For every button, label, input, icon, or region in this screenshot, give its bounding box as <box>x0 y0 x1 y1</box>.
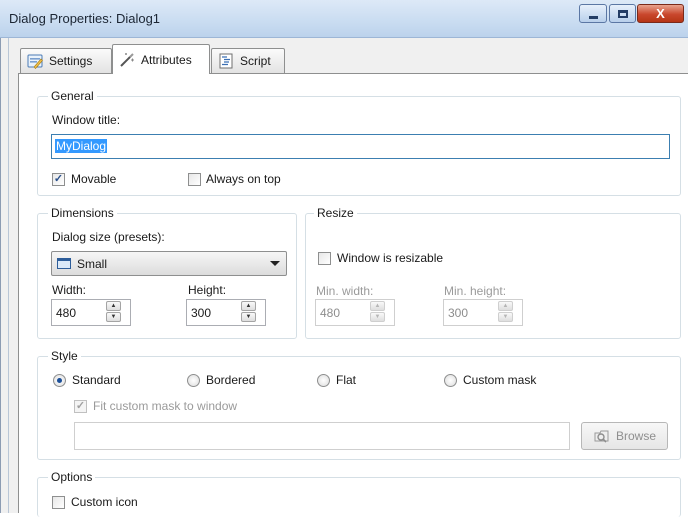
fit-mask-label: Fit custom mask to window <box>93 399 238 413</box>
checkmark-icon: ✓ <box>53 173 64 185</box>
radio-standard-label: Standard <box>72 373 121 387</box>
browse-label: Browse <box>615 429 656 443</box>
window-resizable-label: Window is resizable <box>337 251 444 265</box>
window-title-label: Window title: <box>52 113 121 127</box>
window-title: Dialog Properties: Dialog1 <box>9 11 161 26</box>
radio-custom-mask[interactable] <box>444 374 457 387</box>
min-width-spin-buttons: ▲ ▼ <box>370 301 385 322</box>
maximize-icon <box>617 9 628 18</box>
radio-custom-mask-label: Custom mask <box>463 373 537 387</box>
min-height-spin-buttons: ▲ ▼ <box>498 301 513 322</box>
wand-icon <box>120 52 134 67</box>
chevron-down-icon <box>270 261 280 266</box>
radio-bordered[interactable] <box>187 374 200 387</box>
close-button[interactable]: X <box>637 4 684 23</box>
script-icon <box>219 53 233 69</box>
arrow-up-icon: ▲ <box>245 303 252 309</box>
min-width-increment-button[interactable]: ▲ <box>370 301 385 311</box>
height-value: 300 <box>191 305 212 320</box>
window-edge <box>8 38 9 513</box>
movable-checkbox[interactable]: ✓ <box>52 173 65 186</box>
window-title-field[interactable]: MyDialog <box>51 134 670 159</box>
general-group-title: General <box>48 89 97 103</box>
height-label: Height: <box>188 283 227 297</box>
arrow-up-icon: ▲ <box>502 303 509 309</box>
radio-standard[interactable] <box>53 374 66 387</box>
maximize-button[interactable] <box>609 4 636 23</box>
dialog-size-dropdown[interactable]: Small <box>51 251 287 276</box>
minimize-icon <box>588 15 598 19</box>
mask-path-field[interactable] <box>74 422 570 450</box>
min-width-label: Min. width: <box>316 284 374 298</box>
width-spin-buttons: ▲ ▼ <box>106 301 121 322</box>
window-title-value: MyDialog <box>55 139 108 153</box>
dimensions-group-title: Dimensions <box>48 206 117 220</box>
resize-group-title: Resize <box>314 206 357 220</box>
arrow-down-icon: ▼ <box>110 314 117 320</box>
window-resizable-checkbox[interactable] <box>318 252 331 265</box>
dialog-size-value: Small <box>77 256 108 271</box>
browse-icon <box>594 430 609 443</box>
radio-flat-label: Flat <box>336 373 357 387</box>
always-on-top-checkbox[interactable] <box>188 173 201 186</box>
min-height-value: 300 <box>448 305 469 320</box>
height-spin-buttons: ▲ ▼ <box>241 301 256 322</box>
title-bar: Dialog Properties: Dialog1 X <box>0 0 688 38</box>
min-height-label: Min. height: <box>444 284 507 298</box>
min-width-decrement-button[interactable]: ▼ <box>370 312 385 322</box>
always-on-top-label: Always on top <box>206 172 281 186</box>
arrow-down-icon: ▼ <box>374 314 381 320</box>
min-width-value: 480 <box>320 305 341 320</box>
checkmark-icon: ✓ <box>75 400 86 412</box>
min-height-decrement-button[interactable]: ▼ <box>498 312 513 322</box>
style-group-title: Style <box>48 349 81 363</box>
arrow-up-icon: ▲ <box>110 303 117 309</box>
height-decrement-button[interactable]: ▼ <box>241 312 256 322</box>
fit-mask-checkbox[interactable]: ✓ <box>74 400 87 413</box>
tab-attributes-label: Attributes <box>141 52 192 67</box>
custom-icon-checkbox[interactable] <box>52 496 65 509</box>
min-height-increment-button[interactable]: ▲ <box>498 301 513 311</box>
radio-flat[interactable] <box>317 374 330 387</box>
custom-icon-label: Custom icon <box>71 495 138 509</box>
movable-label: Movable <box>71 172 117 186</box>
width-increment-button[interactable]: ▲ <box>106 301 121 311</box>
options-group-title: Options <box>48 470 96 484</box>
height-increment-button[interactable]: ▲ <box>241 301 256 311</box>
browse-button[interactable]: Browse <box>581 422 668 450</box>
width-value: 480 <box>56 305 77 320</box>
tab-script[interactable]: Script <box>211 48 285 73</box>
close-icon: X <box>656 6 665 21</box>
width-decrement-button[interactable]: ▼ <box>106 312 121 322</box>
radio-bordered-label: Bordered <box>206 373 256 387</box>
minimize-button[interactable] <box>579 4 607 23</box>
tab-attributes[interactable]: Attributes <box>112 44 210 74</box>
radio-selected-dot <box>57 378 62 383</box>
dialog-size-label: Dialog size (presets): <box>52 230 165 244</box>
arrow-down-icon: ▼ <box>502 314 509 320</box>
arrow-up-icon: ▲ <box>374 303 381 309</box>
width-label: Width: <box>52 283 87 297</box>
arrow-down-icon: ▼ <box>245 314 252 320</box>
window-icon <box>57 258 71 269</box>
tab-script-label: Script <box>240 54 271 68</box>
tab-settings-label: Settings <box>49 54 93 68</box>
tab-settings[interactable]: Settings <box>20 48 112 73</box>
settings-icon <box>27 54 43 69</box>
